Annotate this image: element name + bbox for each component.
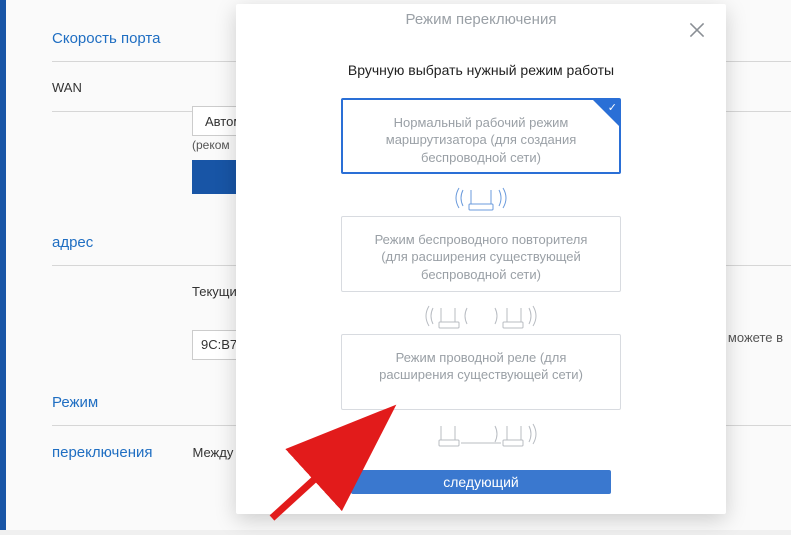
- router-diagram-icon: [341, 184, 621, 212]
- selected-check-icon: [593, 100, 619, 126]
- section-mode-subtitle: переключения: [52, 444, 153, 461]
- wired-relay-diagram-icon: [341, 420, 621, 448]
- mode-option-router[interactable]: Нормальный рабочий режим маршрутизатора …: [341, 98, 621, 174]
- mode-option-label: Нормальный рабочий режим маршрутизатора …: [386, 115, 577, 165]
- mode-option-wireless-repeater[interactable]: Режим беспроводного повторителя (для рас…: [341, 216, 621, 292]
- close-icon[interactable]: [686, 19, 708, 41]
- mode-option-label: Режим беспроводного повторителя (для рас…: [375, 232, 588, 282]
- next-button[interactable]: следующий: [351, 470, 611, 494]
- modal-subtitle: Вручную выбрать нужный режим работы: [348, 62, 614, 78]
- mode-option-wired-relay[interactable]: Режим проводной реле (для расширения сущ…: [341, 334, 621, 410]
- mode-option-label: Режим проводной реле (для расширения сущ…: [379, 350, 583, 383]
- modal-title: Режим переключения: [406, 11, 557, 28]
- repeater-diagram-icon: [341, 302, 621, 330]
- modal-header: Режим переключения: [296, 4, 666, 36]
- sidebar-accent: [0, 0, 6, 530]
- mode-switch-modal: Режим переключения Вручную выбрать нужны…: [236, 4, 726, 514]
